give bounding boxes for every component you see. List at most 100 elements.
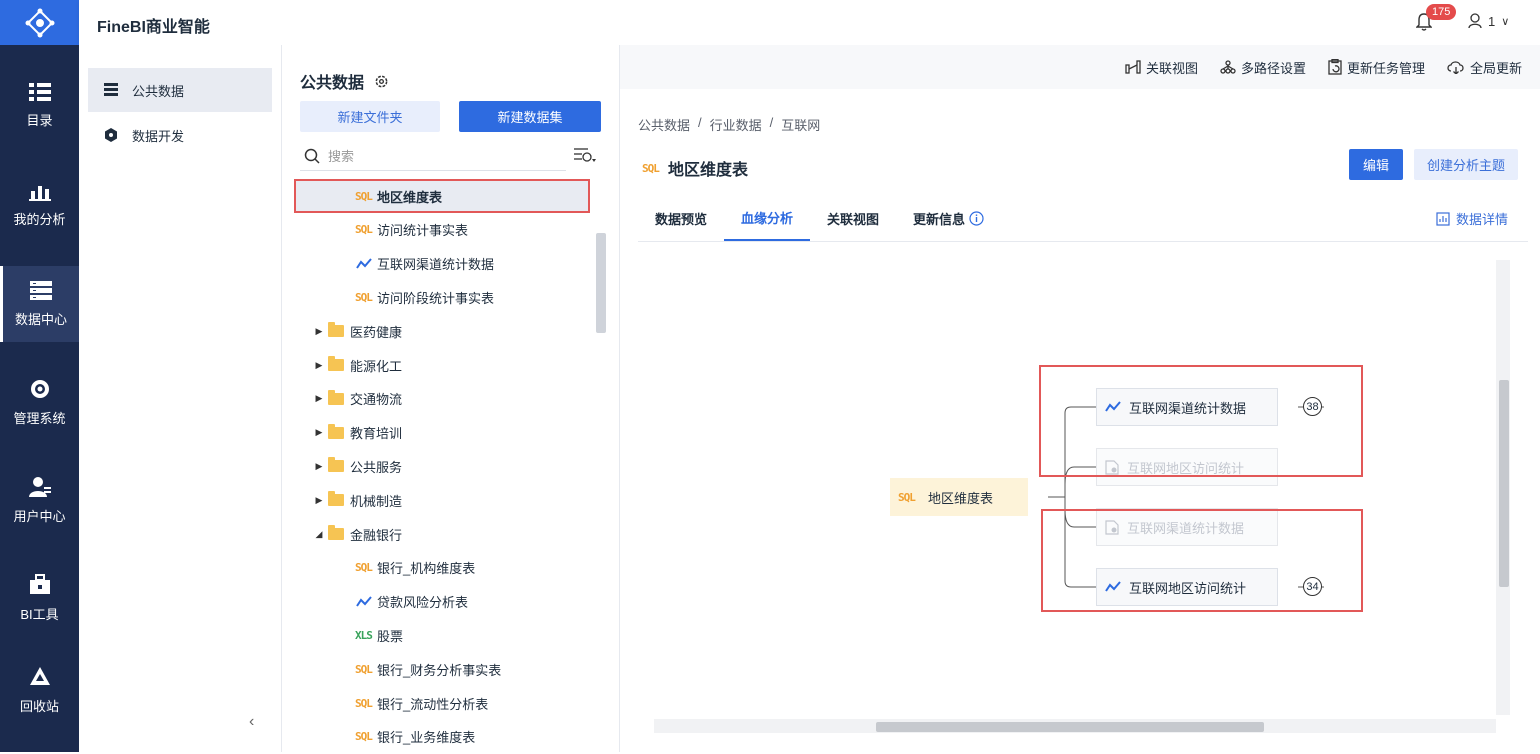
folder-icon — [328, 457, 344, 473]
caret-right-icon[interactable]: ▶ — [312, 393, 326, 404]
tree-folder[interactable]: ▶ 交通物流 — [282, 382, 592, 416]
collapse-icon[interactable]: ‹ — [249, 713, 254, 731]
tree-item-label: 医药健康 — [350, 324, 403, 340]
data-center-icon — [30, 280, 52, 300]
create-analysis-button[interactable]: 创建分析主题 — [1414, 149, 1518, 180]
tab-lineage[interactable]: 血缘分析 — [724, 195, 811, 241]
tree-item[interactable]: 互联网渠道统计数据 — [282, 247, 592, 281]
logo-icon[interactable] — [0, 0, 79, 45]
page-title-text: 地区维度表 — [668, 162, 749, 179]
sql-icon: SQL — [898, 490, 916, 504]
user-menu[interactable]: 1 ∨ — [1468, 13, 1509, 29]
nav-label: 公共数据 — [132, 83, 185, 99]
chevron-down-icon: ∨ — [1501, 15, 1510, 28]
search-icon — [304, 148, 320, 164]
rail-item-user-center[interactable]: 用户中心 — [0, 462, 79, 538]
tree-item[interactable]: SQL 访问阶段统计事实表 — [282, 280, 592, 314]
breadcrumb-item[interactable]: 互联网 — [781, 115, 820, 134]
caret-right-icon[interactable]: ▶ — [312, 495, 326, 506]
tab-data-preview[interactable]: 数据预览 — [638, 195, 724, 241]
caret-right-icon[interactable]: ▶ — [312, 360, 326, 371]
tree-folder[interactable]: ▶ 公共服务 — [282, 449, 592, 483]
relation-view-button[interactable]: 关联视图 — [1125, 58, 1198, 77]
rail-item-recycle[interactable]: 回收站 — [0, 652, 79, 728]
sql-icon: SQL — [355, 290, 373, 304]
cube-icon — [105, 128, 117, 142]
tree-item[interactable]: XLS 股票 — [282, 618, 592, 652]
rail-item-catalog[interactable]: 目录 — [0, 67, 79, 143]
caret-right-icon[interactable]: ▶ — [312, 427, 326, 438]
tree-item[interactable]: SQL 银行_财务分析事实表 — [282, 652, 592, 686]
caret-right-icon[interactable]: ▶ — [312, 326, 326, 337]
rail-item-management[interactable]: 管理系统 — [0, 364, 79, 440]
tree-item[interactable]: SQL 访问统计事实表 — [282, 213, 592, 247]
search-input[interactable]: 搜索 — [300, 141, 566, 171]
breadcrumb-item[interactable]: 公共数据 — [638, 115, 690, 134]
data-nav-panel: 公共数据 数据开发 ‹ — [79, 45, 282, 752]
new-dataset-button[interactable]: 新建数据集 — [459, 101, 601, 132]
rail-label: 回收站 — [19, 698, 59, 714]
excel-icon: XLS — [355, 628, 373, 642]
tree-item[interactable]: SQL 银行_业务维度表 — [282, 720, 592, 754]
tree-item-label: 股票 — [377, 628, 404, 644]
rail-label: 管理系统 — [13, 410, 66, 426]
self-dataset-icon — [356, 595, 372, 607]
tree-scrollbar[interactable] — [596, 233, 606, 333]
tree-folder[interactable]: ▶ 机械制造 — [282, 483, 592, 517]
global-update-button[interactable]: 全局更新 — [1447, 58, 1522, 77]
rail-label: 数据中心 — [14, 311, 67, 327]
top-bar: FineBI商业智能 175 1 ∨ — [79, 0, 1540, 45]
brand-title: FineBI商业智能 — [97, 19, 210, 36]
rail-label: 用户中心 — [13, 508, 66, 524]
multipath-button[interactable]: 多路径设置 — [1220, 58, 1306, 77]
rail-label: 目录 — [26, 112, 53, 128]
filter-sort-icon[interactable] — [574, 147, 596, 166]
horizontal-scroll-thumb[interactable] — [876, 722, 1264, 732]
tree-folder[interactable]: ▶ 医药健康 — [282, 314, 592, 348]
settings-icon — [30, 379, 49, 398]
tree-item[interactable]: 贷款风险分析表 — [282, 585, 592, 619]
self-dataset-icon — [356, 257, 372, 269]
edit-button[interactable]: 编辑 — [1349, 149, 1403, 180]
tree-item[interactable]: SQL 银行_机构维度表 — [282, 551, 592, 585]
tree-item[interactable]: SQL 银行_流动性分析表 — [282, 686, 592, 720]
lineage-connectors — [1048, 406, 1324, 588]
sql-icon: SQL — [355, 561, 373, 575]
tree-folder[interactable]: ◢ 金融银行 — [282, 517, 592, 551]
multipath-icon — [1220, 60, 1236, 74]
folder-icon — [328, 389, 344, 405]
analysis-icon — [28, 185, 51, 201]
update-task-button[interactable]: 更新任务管理 — [1328, 58, 1425, 77]
tree-folder[interactable]: ▶ 能源化工 — [282, 348, 592, 382]
vertical-scroll-thumb[interactable] — [1499, 380, 1509, 587]
folder-icon — [328, 356, 344, 371]
tree-folder[interactable]: ▶ 教育培训 — [282, 416, 592, 450]
folder-icon — [328, 491, 344, 507]
tree-item-label: 银行_机构维度表 — [377, 561, 476, 577]
nav-data-dev[interactable]: 数据开发 — [88, 113, 272, 157]
rail-item-data-center[interactable]: 数据中心 — [0, 266, 79, 342]
tree-title: 公共数据 — [300, 69, 389, 93]
tab-relation-view[interactable]: 关联视图 — [810, 195, 896, 241]
tab-update-info[interactable]: 更新信息 — [896, 195, 1001, 241]
lineage-source-node[interactable]: SQL 地区维度表 — [890, 478, 1028, 516]
rail-item-bi-tools[interactable]: BI工具 — [0, 560, 79, 636]
rail-item-my-analysis[interactable]: 我的分析 — [0, 166, 79, 242]
caret-down-icon[interactable]: ◢ — [312, 529, 326, 540]
toolbar-label: 多路径设置 — [1240, 60, 1306, 76]
relation-view-icon — [1125, 60, 1141, 74]
lineage-canvas[interactable]: SQL 地区维度表 互联网渠道统计数据 互联网地区访问统计 互联网渠道统计数据 … — [654, 258, 1514, 738]
info-icon — [969, 210, 984, 226]
gear-icon[interactable] — [374, 74, 389, 89]
folder-icon — [328, 525, 344, 540]
data-detail-link[interactable]: 数据详情 — [1436, 209, 1508, 228]
toolbar-label: 关联视图 — [1145, 60, 1198, 76]
breadcrumb-item[interactable]: 行业数据 — [710, 115, 762, 134]
tree-row-selected[interactable]: SQL 地区维度表 — [294, 179, 590, 213]
nav-public-data[interactable]: 公共数据 — [88, 68, 272, 112]
tree-item-label: 地区维度表 — [377, 189, 443, 205]
caret-right-icon[interactable]: ▶ — [312, 461, 326, 472]
recycle-icon — [29, 666, 50, 685]
sql-icon: SQL — [355, 223, 373, 237]
new-folder-button[interactable]: 新建文件夹 — [300, 101, 440, 132]
